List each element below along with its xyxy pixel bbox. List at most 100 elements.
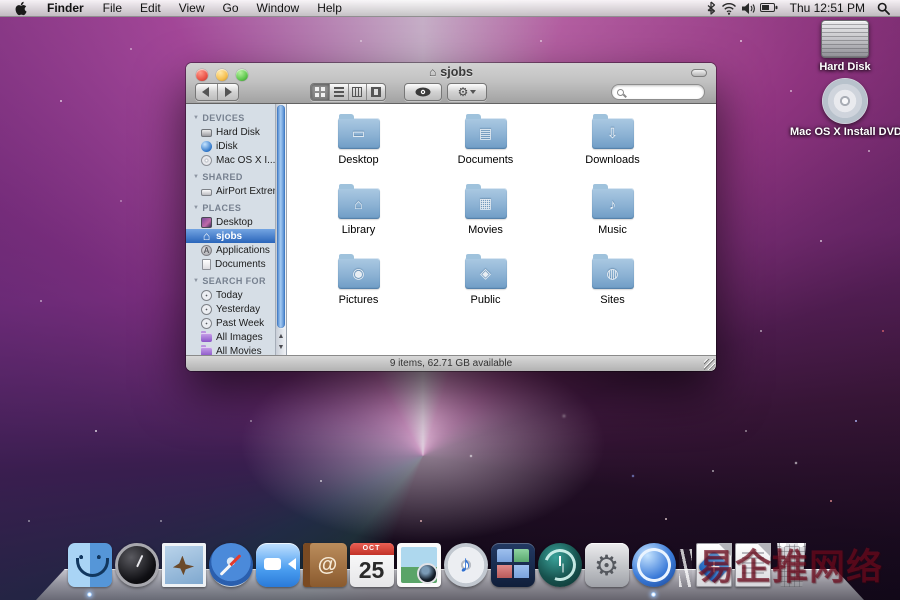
disclosure-triangle-icon[interactable]: ▼	[193, 115, 199, 121]
music-emblem-icon: ♪	[592, 188, 634, 219]
zoom-button[interactable]	[236, 69, 248, 81]
sidebar-scrollbar[interactable]: ▲ ▼	[275, 104, 286, 355]
sidebar-section-shared[interactable]: ▼SHARED	[186, 167, 274, 184]
menu-go[interactable]: Go	[214, 1, 248, 15]
folder-label: Sites	[600, 294, 624, 306]
spotlight-icon[interactable]	[877, 2, 890, 15]
menu-help[interactable]: Help	[308, 1, 351, 15]
sidebar-item-idisk[interactable]: iDisk	[186, 139, 274, 153]
dock-documents-stack-icon[interactable]	[696, 543, 732, 587]
sidebar-section-places[interactable]: ▼PLACES	[186, 198, 274, 215]
folder-label: Documents	[458, 154, 514, 166]
hard-disk-icon	[201, 129, 212, 137]
sidebar-section-devices[interactable]: ▼DEVICES	[186, 108, 274, 125]
sidebar-item-desktop[interactable]: Desktop	[186, 215, 274, 229]
sidebar-item-sjobs[interactable]: sjobs	[186, 229, 286, 243]
desktop-icon-hard-disk[interactable]: Hard Disk	[792, 20, 898, 73]
window-header[interactable]: ⌂sjobs	[186, 63, 716, 104]
airport-icon	[201, 189, 212, 196]
folder-pictures[interactable]: ◉Pictures	[295, 252, 422, 317]
disclosure-triangle-icon[interactable]: ▼	[193, 205, 199, 211]
scroll-up-arrow[interactable]: ▲	[278, 333, 285, 340]
wifi-icon[interactable]	[721, 2, 737, 15]
sidebar-section-search-for[interactable]: ▼SEARCH FOR	[186, 271, 274, 288]
apple-menu[interactable]	[0, 1, 37, 16]
dock-ical-icon[interactable]: OCT25	[350, 543, 394, 587]
search-input[interactable]	[611, 84, 705, 100]
disclosure-triangle-icon[interactable]: ▼	[193, 278, 199, 284]
menu-edit[interactable]: Edit	[131, 1, 170, 15]
back-button[interactable]	[196, 84, 218, 100]
dock: OCT25	[0, 536, 900, 600]
dock-ichat-icon[interactable]	[256, 543, 300, 587]
sidebar-item-all-images[interactable]: All Images	[186, 330, 274, 344]
action-menu-button[interactable]: ⚙	[447, 83, 487, 101]
dock-system-preferences-icon[interactable]	[585, 543, 629, 587]
chevron-down-icon	[470, 90, 476, 97]
sidebar-section-title: SHARED	[202, 172, 242, 182]
bluetooth-icon[interactable]	[705, 1, 717, 15]
folder-downloads[interactable]: ⇩Downloads	[549, 112, 676, 177]
dock-finder-icon[interactable]	[68, 543, 112, 587]
clock-icon	[201, 318, 212, 329]
folder-desktop[interactable]: ▭Desktop	[295, 112, 422, 177]
folder-movies[interactable]: ▦Movies	[422, 182, 549, 247]
list-view-button[interactable]	[330, 84, 349, 100]
dock-dashboard-icon[interactable]	[115, 543, 159, 587]
dock-trash-icon[interactable]	[774, 543, 810, 587]
menu-clock[interactable]: Thu 12:51 PM	[782, 1, 873, 15]
folder-icon: ▦	[465, 188, 507, 219]
dock-safari-icon[interactable]	[209, 543, 253, 587]
sidebar-item-airport-extreme[interactable]: AirPort Extreme	[186, 184, 274, 198]
dock-downloads-stack-icon[interactable]	[735, 543, 771, 587]
dock-spaces-icon[interactable]	[491, 543, 535, 587]
desktop-icon-install-dvd[interactable]: Mac OS X Install DVD	[790, 78, 900, 138]
battery-icon[interactable]	[760, 3, 778, 13]
app-menu-title[interactable]: Finder	[37, 1, 94, 15]
folder-library[interactable]: ⌂Library	[295, 182, 422, 247]
column-view-button[interactable]	[349, 84, 368, 100]
folder-documents[interactable]: ▤Documents	[422, 112, 549, 177]
dock-software-update-icon[interactable]	[632, 543, 676, 587]
menu-file[interactable]: File	[94, 1, 131, 15]
view-switcher	[310, 83, 386, 101]
coverflow-view-button[interactable]	[367, 84, 385, 100]
scroll-down-arrow[interactable]: ▼	[278, 344, 285, 351]
dock-time-machine-icon[interactable]	[538, 543, 582, 587]
sidebar-item-yesterday[interactable]: Yesterday	[186, 302, 274, 316]
sidebar-item-label: Documents	[215, 259, 266, 270]
folder-music[interactable]: ♪Music	[549, 182, 676, 247]
sites-emblem-icon: ◍	[592, 258, 634, 289]
sidebar-item-today[interactable]: Today	[186, 288, 274, 302]
menu-view[interactable]: View	[170, 1, 214, 15]
sidebar-item-all-movies[interactable]: All Movies	[186, 344, 274, 355]
sidebar-item-documents[interactable]: Documents	[186, 257, 274, 271]
dock-address-book-icon[interactable]	[303, 543, 347, 587]
minimize-button[interactable]	[216, 69, 228, 81]
volume-icon[interactable]	[741, 2, 756, 15]
sidebar-item-mac-os-x-i[interactable]: Mac OS X I...	[186, 153, 274, 167]
scrollbar-thumb[interactable]	[277, 105, 285, 328]
forward-button[interactable]	[218, 84, 239, 100]
sidebar: ▼DEVICESHard DiskiDiskMac OS X I...▼SHAR…	[186, 104, 287, 355]
quick-look-button[interactable]	[404, 83, 442, 101]
status-text: 9 items, 62.71 GB available	[390, 358, 512, 369]
toolbar-toggle-capsule[interactable]	[691, 69, 707, 77]
dock-mail-icon[interactable]	[162, 543, 206, 587]
sidebar-section-title: PLACES	[202, 203, 241, 213]
folder-icon: ⇩	[592, 118, 634, 149]
resize-grip[interactable]	[704, 359, 715, 370]
sidebar-item-applications[interactable]: Applications	[186, 243, 274, 257]
icon-view-button[interactable]	[311, 84, 330, 100]
sidebar-item-past-week[interactable]: Past Week	[186, 316, 274, 330]
disclosure-triangle-icon[interactable]: ▼	[193, 174, 199, 180]
menu-window[interactable]: Window	[248, 1, 309, 15]
close-button[interactable]	[196, 69, 208, 81]
sidebar-item-hard-disk[interactable]: Hard Disk	[186, 125, 274, 139]
folder-public[interactable]: ◈Public	[422, 252, 549, 317]
dock-itunes-icon[interactable]	[444, 543, 488, 587]
folder-sites[interactable]: ◍ Sites	[549, 252, 676, 317]
ical-day: 25	[350, 555, 394, 585]
dock-iphoto-icon[interactable]	[397, 543, 441, 587]
sidebar-item-label: sjobs	[216, 231, 242, 242]
